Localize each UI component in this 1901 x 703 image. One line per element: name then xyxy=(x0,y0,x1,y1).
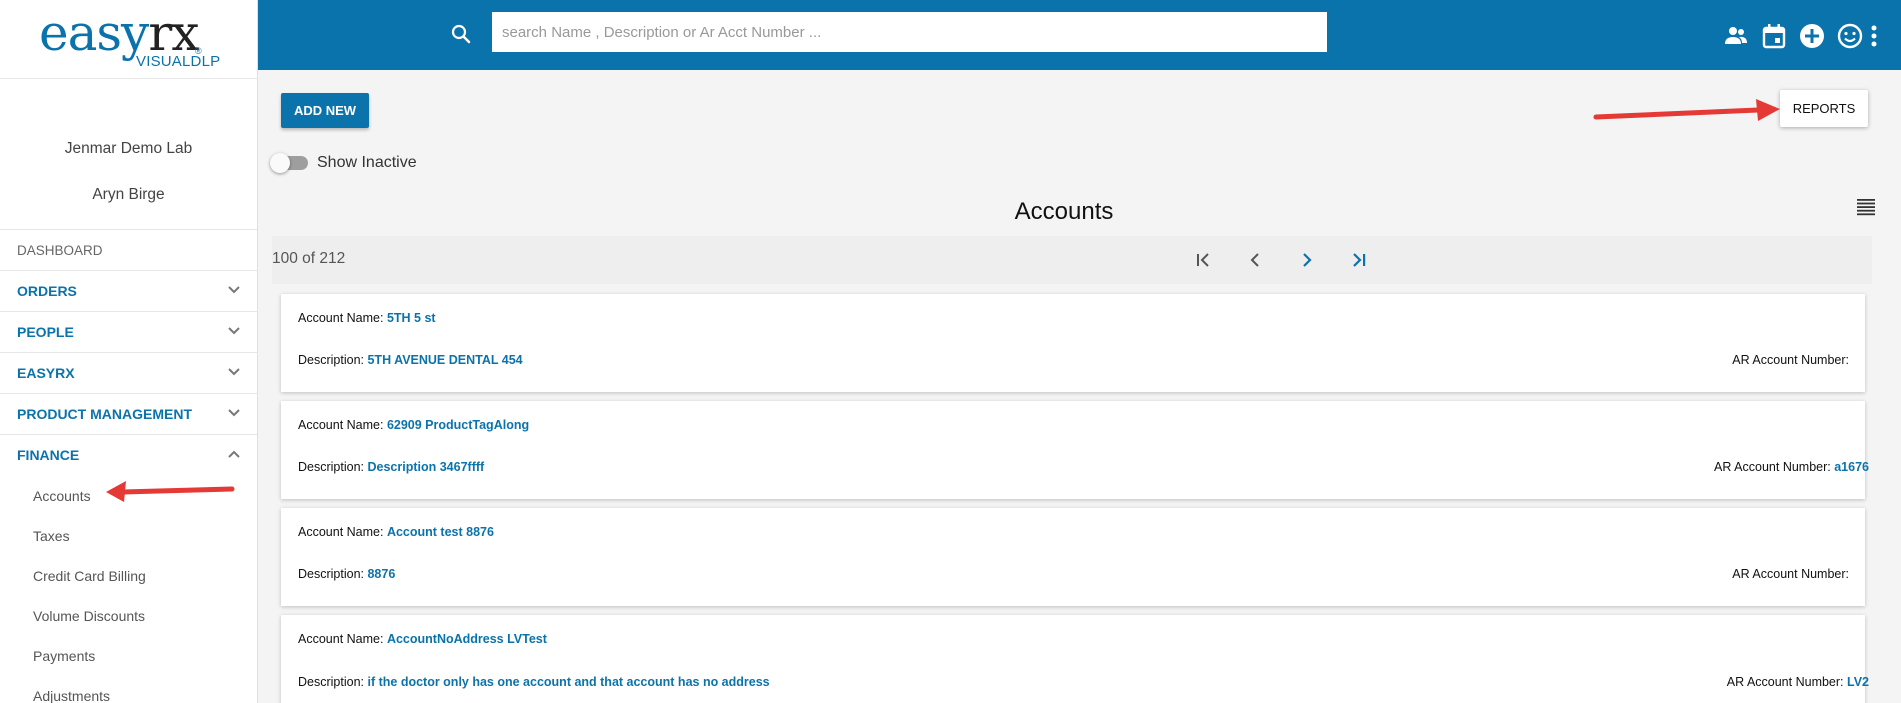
nav-group-people[interactable]: PEOPLE xyxy=(0,312,257,353)
account-name-field: Account Name: AccountNoAddress LVTest xyxy=(298,632,547,646)
account-name-value[interactable]: 62909 ProductTagAlong xyxy=(387,418,529,432)
nav-dashboard[interactable]: DASHBOARD xyxy=(0,230,257,271)
account-name-label: Account Name: xyxy=(298,632,387,646)
account-card[interactable]: Account Name: AccountNoAddress LVTest De… xyxy=(281,615,1869,703)
ar-account-label: AR Account Number: xyxy=(1726,675,1847,689)
pagination-bar: 100 of 212 xyxy=(272,236,1872,284)
logo-subtitle: VISUALDLP xyxy=(136,53,221,70)
last-page-icon[interactable] xyxy=(1348,249,1370,271)
user-info: Jenmar Demo Lab Aryn Birge xyxy=(0,78,257,230)
ar-account-value: a1676 xyxy=(1834,460,1869,474)
nav-group-label: EASYRX xyxy=(17,365,75,381)
nav-group-label: PRODUCT MANAGEMENT xyxy=(17,406,192,422)
account-card[interactable]: Account Name: Account test 8876 Descript… xyxy=(281,508,1865,606)
more-vert-icon[interactable] xyxy=(1868,22,1880,50)
account-name-label: Account Name: xyxy=(298,418,387,432)
sidebar-item-taxes[interactable]: Taxes xyxy=(0,516,257,556)
description-label: Description: xyxy=(298,675,368,689)
chevron-down-icon xyxy=(228,409,240,417)
sidebar-item-credit-card-billing[interactable]: Credit Card Billing xyxy=(0,556,257,596)
sidebar-item-volume-discounts[interactable]: Volume Discounts xyxy=(0,596,257,636)
smiley-icon[interactable] xyxy=(1836,22,1864,50)
main-content: ADD NEW REPORTS Show Inactive Accounts 1… xyxy=(258,70,1901,703)
nav-group-label: FINANCE xyxy=(17,447,80,463)
add-new-button[interactable]: ADD NEW xyxy=(281,93,369,128)
description-label: Description: xyxy=(298,353,368,367)
ar-account-field: AR Account Number: a1676 xyxy=(1714,460,1869,474)
add-circle-icon[interactable] xyxy=(1798,22,1826,50)
description-label: Description: xyxy=(298,567,368,581)
ar-account-field: AR Account Number: xyxy=(1732,353,1849,367)
account-name-value[interactable]: 5TH 5 st xyxy=(387,311,436,325)
ar-account-field: AR Account Number: xyxy=(1732,567,1849,581)
sidebar: easyrx ® VISUALDLP Jenmar Demo Lab Aryn … xyxy=(0,0,258,703)
account-name-field: Account Name: 5TH 5 st xyxy=(298,311,436,325)
people-icon[interactable] xyxy=(1722,22,1750,50)
description-field: Description: if the doctor only has one … xyxy=(298,675,770,689)
chevron-down-icon xyxy=(228,368,240,376)
nav-group-finance[interactable]: FINANCE xyxy=(0,435,257,476)
ar-account-label: AR Account Number: xyxy=(1732,353,1849,367)
nav-group-orders[interactable]: ORDERS xyxy=(0,271,257,312)
account-card[interactable]: Account Name: 62909 ProductTagAlong Desc… xyxy=(281,401,1869,499)
toggle-knob xyxy=(270,153,290,173)
sidebar-item-payments[interactable]: Payments xyxy=(0,636,257,676)
description-value: 8876 xyxy=(367,567,396,581)
chevron-down-icon xyxy=(228,327,240,335)
account-name-field: Account Name: Account test 8876 xyxy=(298,525,494,539)
first-page-icon[interactable] xyxy=(1192,249,1214,271)
lab-name: Jenmar Demo Lab xyxy=(64,140,193,157)
account-name-field: Account Name: 62909 ProductTagAlong xyxy=(298,418,529,432)
reports-button[interactable]: REPORTS xyxy=(1780,90,1868,127)
top-bar xyxy=(258,0,1901,70)
sidebar-item-adjustments[interactable]: Adjustments xyxy=(0,676,257,703)
nav-group-easyrx[interactable]: EASYRX xyxy=(0,353,257,394)
calendar-icon[interactable] xyxy=(1760,22,1788,50)
ar-account-field: AR Account Number: LV2 xyxy=(1727,675,1869,689)
show-inactive-toggle[interactable] xyxy=(270,153,308,173)
next-page-icon[interactable] xyxy=(1296,249,1318,271)
chevron-up-icon xyxy=(228,450,240,458)
description-label: Description: xyxy=(298,460,368,474)
account-name-label: Account Name: xyxy=(298,525,387,539)
description-value: 5TH AVENUE DENTAL 454 xyxy=(367,353,523,367)
account-card[interactable]: Account Name: 5TH 5 st Description: 5TH … xyxy=(281,294,1865,392)
show-inactive-label: Show Inactive xyxy=(317,154,417,171)
nav-group-label: PEOPLE xyxy=(17,324,74,340)
annotation-arrow-reports xyxy=(1593,99,1780,121)
search-icon[interactable] xyxy=(450,23,472,45)
annotation-arrow-accounts xyxy=(106,481,235,502)
description-value: Description 3467ffff xyxy=(367,460,485,474)
nav-group-label: ORDERS xyxy=(17,283,77,299)
record-count: 100 of 212 xyxy=(272,250,346,267)
ar-account-label: AR Account Number: xyxy=(1714,460,1835,474)
account-name-value[interactable]: Account test 8876 xyxy=(387,525,494,539)
logo[interactable]: easyrx ® VISUALDLP xyxy=(0,0,257,78)
page-title: Accounts xyxy=(1014,198,1114,225)
description-field: Description: Description 3467ffff xyxy=(298,460,484,474)
description-value: if the doctor only has one account and t… xyxy=(367,675,770,689)
ar-account-label: AR Account Number: xyxy=(1732,567,1849,581)
ar-account-value: LV2 xyxy=(1847,675,1869,689)
list-view-icon[interactable] xyxy=(1855,196,1877,218)
search-input[interactable] xyxy=(492,12,1327,52)
previous-page-icon[interactable] xyxy=(1244,249,1266,271)
account-name-value[interactable]: AccountNoAddress LVTest xyxy=(387,632,547,646)
user-name: Aryn Birge xyxy=(92,186,165,203)
description-field: Description: 5TH AVENUE DENTAL 454 xyxy=(298,353,523,367)
chevron-down-icon xyxy=(228,286,240,294)
nav-group-product-management[interactable]: PRODUCT MANAGEMENT xyxy=(0,394,257,435)
account-name-label: Account Name: xyxy=(298,311,387,325)
description-field: Description: 8876 xyxy=(298,567,395,581)
